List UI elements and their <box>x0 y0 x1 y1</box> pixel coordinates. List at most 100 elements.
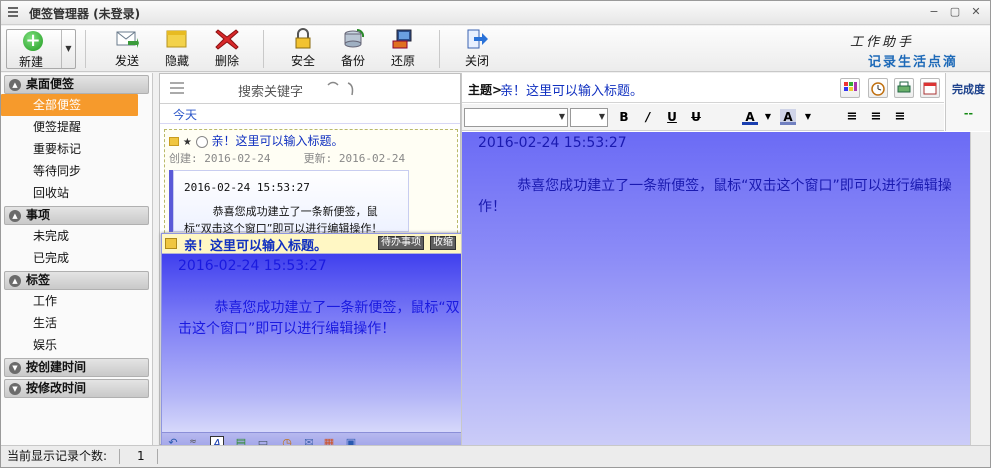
maximize-button[interactable]: ▢ <box>947 5 963 19</box>
backup-button[interactable]: 备份 <box>335 28 371 70</box>
completion-panel: 完成度 -- <box>945 73 990 131</box>
new-dropdown-arrow[interactable]: ▼ <box>61 30 75 68</box>
restore-button[interactable]: 还原 <box>385 28 421 70</box>
highlight-color-button[interactable]: A <box>780 109 796 125</box>
sidebar-item-life[interactable]: 生活 <box>1 312 152 334</box>
status-bar: 当前显示记录个数: 1 <box>1 445 990 467</box>
sidebar-item-reminders[interactable]: 便签提醒 <box>1 116 152 138</box>
chevron-down-icon: ▼ <box>558 112 565 121</box>
security-button[interactable]: 安全 <box>285 28 321 70</box>
hide-button[interactable]: 隐藏 <box>159 28 195 70</box>
backup-icon <box>344 28 365 48</box>
close-window-button[interactable]: ✕ <box>968 5 984 19</box>
italic-button[interactable]: / <box>640 109 656 125</box>
search-input[interactable]: 搜索关键字 <box>238 81 303 100</box>
sidebar-item-completed[interactable]: 已完成 <box>1 247 152 269</box>
underline-button[interactable]: U <box>664 109 680 125</box>
chevron-up-icon: ▲ <box>9 210 21 222</box>
hide-note-icon <box>166 30 187 48</box>
align-left-button[interactable]: ≡ <box>844 109 860 125</box>
restore-icon <box>392 29 412 49</box>
collapse-button[interactable]: 收缩 <box>430 236 456 250</box>
exit-icon <box>467 29 488 49</box>
sidebar-item-work[interactable]: 工作 <box>1 290 152 312</box>
sidebar-item-entertainment[interactable]: 娱乐 <box>1 334 152 356</box>
chevron-down-icon: ▼ <box>9 383 21 395</box>
sticky-note-text: 恭喜您成功建立了一条新便签，鼠标“双击这个窗口”即可以进行编辑操作！ <box>178 300 460 337</box>
sidebar-item-incomplete[interactable]: 未完成 <box>1 225 152 247</box>
star-icon[interactable]: ★ <box>183 137 192 148</box>
delete-x-icon <box>215 29 239 50</box>
sidebar-item-all-notes[interactable]: 全部便签 <box>1 94 138 116</box>
slogan-line1: 工作助手 <box>850 35 915 50</box>
align-center-button[interactable]: ≡ <box>868 109 884 125</box>
today-header: 今天 <box>160 106 460 124</box>
font-color-button[interactable]: A <box>742 109 758 125</box>
group-by-created[interactable]: ▼ 按创建时间 <box>4 358 149 377</box>
completion-value[interactable]: -- <box>946 107 990 120</box>
sidebar-item-important[interactable]: 重要标记 <box>1 138 152 160</box>
chevron-up-icon: ▲ <box>9 79 21 91</box>
updated-date: 更新: 2016-02-24 <box>303 152 406 165</box>
editor-date: 2016-02-24 15:53:27 <box>478 135 627 151</box>
preview-text: 恭喜您成功建立了一条新便签，鼠标“双击这个窗口”即可以进行编辑操作！ <box>184 205 383 235</box>
minimize-button[interactable]: − <box>926 5 942 19</box>
preview-date: 2016-02-24 15:53:27 <box>184 181 310 194</box>
menu-icon[interactable] <box>8 7 18 17</box>
calendar-icon[interactable] <box>920 78 940 98</box>
clock-icon <box>195 135 208 148</box>
note-preview: 2016-02-24 15:53:27 恭喜您成功建立了一条新便签，鼠标“双击这… <box>173 170 409 235</box>
group-tasks[interactable]: ▲ 事项 <box>4 206 149 225</box>
completion-label: 完成度 <box>952 83 985 96</box>
close-button[interactable]: 关闭 <box>459 28 495 70</box>
delete-button[interactable]: 删除 <box>209 28 245 70</box>
subject-bar: 主题> 亲！这里可以输入标题。 <box>462 73 944 103</box>
bold-button[interactable]: B <box>616 109 632 125</box>
toolbar-separator <box>263 30 264 68</box>
search-icon[interactable] <box>324 79 360 99</box>
editor-content[interactable]: 2016-02-24 15:53:27 恭喜您成功建立了一条新便签，鼠标“双击这… <box>462 132 970 445</box>
sidebar-item-recycle-bin[interactable]: 回收站 <box>1 182 152 204</box>
subject-label: 主题> <box>468 83 503 97</box>
toolbar-separator <box>439 30 440 68</box>
toolbar: + 新建 ▼ 发送 隐藏 删除 安全 备份 还原 关闭 工作助手 记录生活点滴 <box>1 26 990 72</box>
send-button[interactable]: 发送 <box>109 28 145 70</box>
sticky-note-title: 亲！这里可以输入标题。 <box>184 239 328 254</box>
chevron-down-icon: ▼ <box>9 362 21 374</box>
chevron-down-icon[interactable]: ▼ <box>760 109 776 125</box>
list-item-title-row: ★ 亲！这里可以输入标题。 <box>169 132 343 149</box>
lock-icon <box>295 28 311 49</box>
status-separator <box>119 449 120 464</box>
chevron-down-icon[interactable]: ▼ <box>800 109 816 125</box>
app-slogan: 工作助手 记录生活点滴 <box>846 27 976 71</box>
list-item-title: 亲！这里可以输入标题。 <box>211 134 344 148</box>
strikethrough-button[interactable]: U <box>688 109 704 125</box>
alarm-clock-icon[interactable] <box>868 78 888 98</box>
font-size-select[interactable]: ▼ <box>570 108 608 127</box>
search-bar: 搜索关键字 <box>160 74 460 104</box>
sidebar-item-pending-sync[interactable]: 等待同步 <box>1 160 152 182</box>
group-tags[interactable]: ▲ 标签 <box>4 271 149 290</box>
group-by-modified[interactable]: ▼ 按修改时间 <box>4 379 149 398</box>
send-mail-icon <box>116 31 139 48</box>
sticky-note-body[interactable]: 2016-02-24 15:53:27 恭喜您成功建立了一条新便签，鼠标“双击这… <box>162 254 484 432</box>
group-desktop-notes[interactable]: ▲ 桌面便签 <box>4 75 149 94</box>
sidebar: ▲ 桌面便签 全部便签 便签提醒 重要标记 等待同步 回收站 ▲ 事项 未完成 已完… <box>1 73 153 445</box>
subject-input[interactable]: 亲！这里可以输入标题。 <box>500 80 643 99</box>
printer-icon[interactable] <box>894 78 914 98</box>
title-bar: 便签管理器 (未登录) − ▢ ✕ <box>1 1 990 25</box>
todo-button[interactable]: 待办事项 <box>378 236 424 250</box>
font-family-select[interactable]: ▼ <box>464 108 568 127</box>
slogan-line2: 记录生活点滴 <box>868 55 959 70</box>
record-count-label: 当前显示记录个数: <box>7 449 108 463</box>
list-menu-icon[interactable] <box>170 82 184 94</box>
color-palette-icon[interactable] <box>840 78 860 98</box>
window-title: 便签管理器 (未登录) <box>29 7 141 21</box>
new-note-button[interactable]: + 新建 ▼ <box>6 29 76 69</box>
editor-scrollbar[interactable] <box>970 132 990 445</box>
sticky-note-date: 2016-02-24 15:53:27 <box>178 258 327 274</box>
toolbar-separator <box>85 30 86 68</box>
align-right-button[interactable]: ≡ <box>892 109 908 125</box>
record-count-value: 1 <box>137 449 145 463</box>
plus-icon: + <box>23 31 43 51</box>
